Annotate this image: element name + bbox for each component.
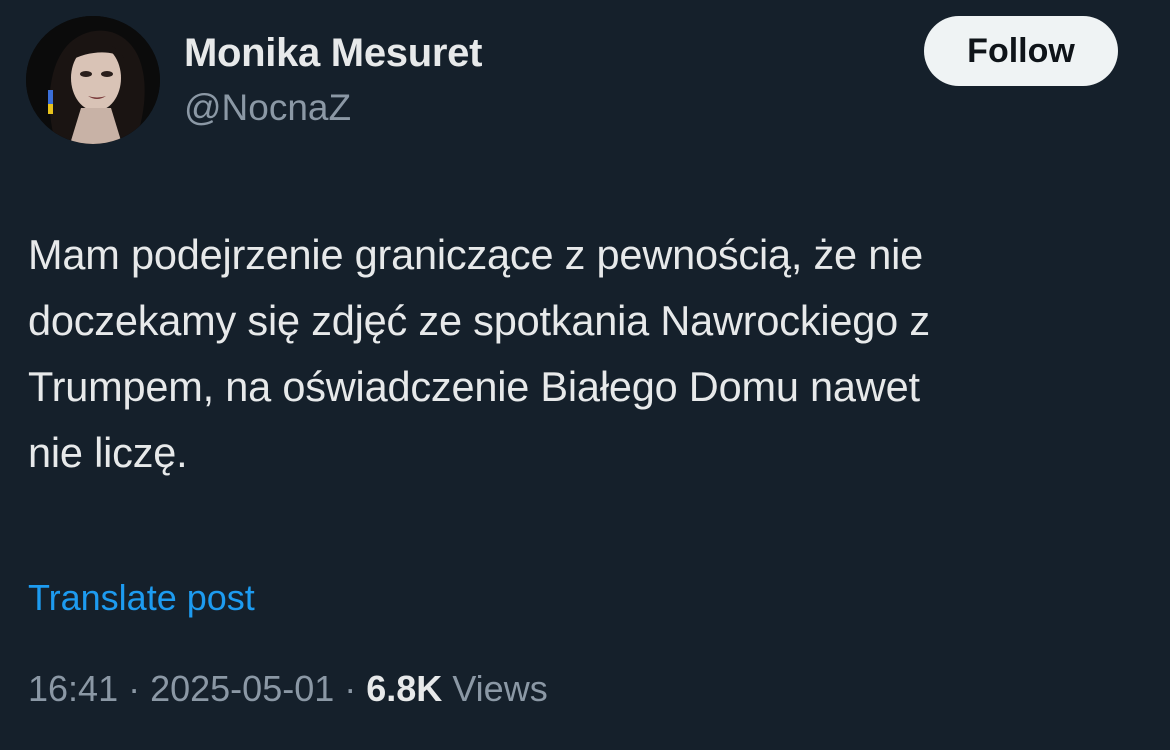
post-text-line: doczekamy się zdjęć ze spotkania Nawrock… (28, 297, 930, 344)
avatar[interactable] (26, 16, 160, 144)
post-text-line: nie liczę. (28, 429, 188, 476)
tweet-card: Monika Mesuret @NocnaZ Follow Mam podejr… (0, 0, 1170, 750)
views-label[interactable]: Views (452, 668, 547, 709)
post-date[interactable]: 2025-05-01 (150, 668, 334, 709)
avatar-image (26, 16, 160, 144)
post-meta: 16:41 · 2025-05-01 · 6.8K Views (28, 664, 548, 714)
meta-separator: · (334, 668, 367, 709)
post-text-line: Trumpem, na oświadczenie Białego Domu na… (28, 363, 920, 410)
views-count[interactable]: 6.8K (366, 668, 442, 709)
author-name[interactable]: Monika Mesuret (184, 30, 482, 76)
post-text-line: Mam podejrzenie graniczące z pewnością, … (28, 231, 924, 278)
post-time[interactable]: 16:41 (28, 668, 118, 709)
author-handle[interactable]: @NocnaZ (184, 86, 351, 130)
post-text: Mam podejrzenie graniczące z pewnością, … (28, 222, 1148, 486)
meta-separator: · (118, 668, 151, 709)
follow-button[interactable]: Follow (924, 16, 1118, 86)
translate-post-link[interactable]: Translate post (28, 574, 255, 622)
